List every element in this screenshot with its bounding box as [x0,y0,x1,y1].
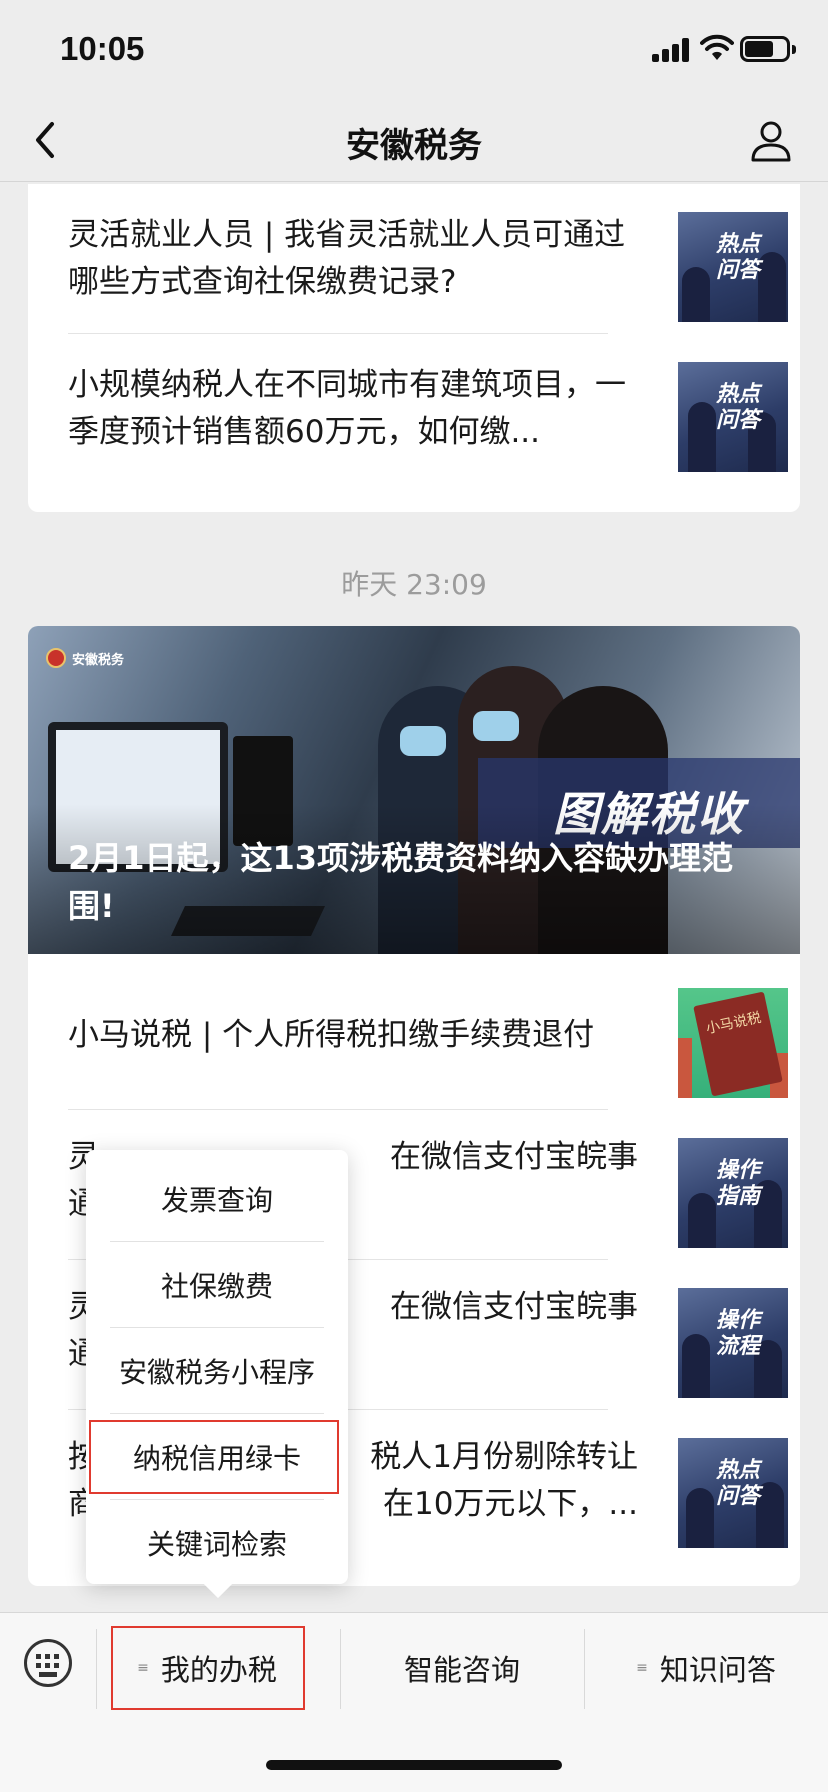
hero-banner[interactable]: 图解税收 安徽税务 2月1日起，这13项涉税费资料纳入容缺办理范围! [28,626,800,954]
article-title-fragment: 在微信支付宝皖事 [390,1139,638,1175]
page-title: 安徽税务 [346,126,482,166]
status-bar: 10:05 [0,0,828,100]
hero-logo-text: 安徽税务 [72,652,125,668]
tab-label: 知识问答 [659,1653,776,1687]
article-thumbnail: 热点 问答 [678,362,788,472]
thumbnail-label: 操作 流程 [715,1308,760,1359]
user-profile-icon[interactable] [748,118,794,164]
status-time: 10:05 [60,30,145,67]
article-thumbnail: 热点 问答 [678,212,788,322]
article-title: 灵活就业人员 | 我省灵活就业人员可通过哪些方式查询社保缴费记录? [68,217,626,300]
article-thumbnail: 热点 问答 [678,1438,788,1548]
tab-label: 智能咨询 [403,1653,520,1687]
tab-knowledge-qa[interactable]: ≡ 知识问答 [584,1613,828,1723]
list-item[interactable]: 小马说税 | 个人所得税扣缴手续费退付 小马说税 [68,960,788,1110]
thumbnail-label: 热点 问答 [715,382,760,433]
thumbnail-label: 热点 问答 [715,232,760,283]
tab-smart-consult[interactable]: 智能咨询 [340,1613,584,1723]
list-item[interactable]: 灵活就业人员 | 我省灵活就业人员可通过哪些方式查询社保缴费记录? 热点 问答 [68,184,788,334]
menu-item-social-security[interactable]: 社保缴费 [110,1242,324,1328]
article-title: 小规模纳税人在不同城市有建筑项目，一季度预计销售额60万元，如何缴... [68,367,626,450]
hero-logo: 安徽税务 [46,648,124,668]
thumbnail-label: 热点 问答 [715,1458,760,1509]
highlight-box-tab [111,1626,305,1710]
article-title-fragment: 在10万元以下，... [382,1486,638,1522]
nav-bar: 安徽税务 [0,100,828,182]
article-thumbnail: 操作 流程 [678,1288,788,1398]
article-thumbnail: 小马说税 [678,988,788,1098]
submenu-popup: 发票查询 社保缴费 安徽税务小程序 纳税信用绿卡 关键词检索 [86,1150,348,1599]
home-indicator [266,1760,562,1770]
battery-icon [740,36,796,62]
keyboard-icon[interactable] [24,1639,72,1687]
hero-title: 2月1日起，这13项涉税费资料纳入容缺办理范围! [68,839,734,925]
menu-item-invoice-query[interactable]: 发票查询 [110,1156,324,1242]
article-title-fragment: 税人1月份剔除转让 [370,1439,638,1475]
menu-item-mini-program[interactable]: 安徽税务小程序 [110,1328,324,1414]
article-title: 小马说税 | 个人所得税扣缴手续费退付 [68,1016,595,1053]
menu-lines-icon: ≡ [636,1660,648,1676]
list-item[interactable]: 小规模纳税人在不同城市有建筑项目，一季度预计销售额60万元，如何缴... 热点 … [68,334,788,484]
cellular-signal-icon [652,38,692,62]
tax-emblem-icon [46,648,66,668]
article-thumbnail: 操作 指南 [678,1138,788,1248]
article-title-fragment: 在微信支付宝皖事 [390,1289,638,1325]
thumbnail-label: 小马说税 [704,1009,763,1038]
thumbnail-label: 操作 指南 [715,1158,760,1209]
date-divider: 昨天 23:09 [341,568,487,601]
article-card-top: 灵活就业人员 | 我省灵活就业人员可通过哪些方式查询社保缴费记录? 热点 问答 … [28,184,800,512]
wifi-icon [700,34,734,60]
highlight-box-menu [89,1420,339,1494]
